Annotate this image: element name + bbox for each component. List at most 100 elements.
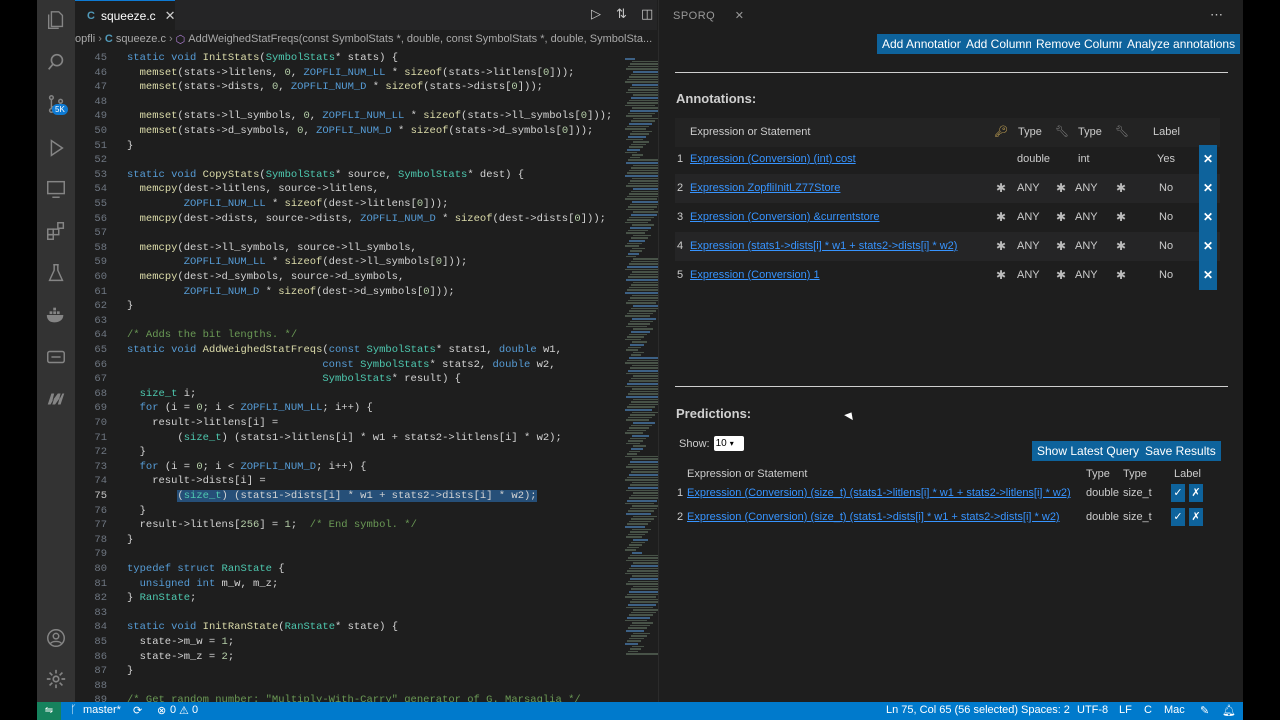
- code-line: for (i = 0; i < ZOPFLI_NUM_D; i++) {: [139, 460, 367, 473]
- predictions-header-row: Expression or Statement Type Type Label: [675, 465, 1220, 483]
- warning-icon[interactable]: ⚠: [179, 704, 189, 717]
- breadcrumb-folder[interactable]: opfli: [75, 33, 95, 45]
- compare-icon[interactable]: ⇅: [616, 7, 627, 22]
- minimap-line: [630, 624, 650, 627]
- minimap-line: [632, 130, 652, 133]
- add-column-button[interactable]: Add Column: [961, 34, 1038, 54]
- annotation-expression-link[interactable]: Expression (Conversion) &currentstore: [690, 203, 880, 232]
- code-line: memcpy(dest->ll_symbols, source->ll_symb…: [139, 241, 417, 254]
- minimap-line: [630, 601, 659, 603]
- save-results-button[interactable]: Save Results: [1140, 441, 1221, 461]
- delete-annotation-button[interactable]: ✕: [1199, 145, 1217, 174]
- minimap-line: [630, 133, 649, 135]
- line-number: 58: [94, 241, 107, 254]
- sporq-icon[interactable]: [44, 387, 68, 411]
- breadcrumb-symbol[interactable]: AddWeighedStatFreqs(const SymbolStats *,…: [188, 33, 652, 45]
- code-line: const SymbolStats* stats2, double w2,: [322, 358, 556, 371]
- asterisk-icon: ✱: [1116, 239, 1127, 253]
- analyze-annotations-button[interactable]: Analyze annotations: [1122, 34, 1241, 54]
- line-number: 53: [94, 168, 107, 181]
- asterisk-icon: ✱: [1116, 210, 1127, 224]
- git-branch[interactable]: master*: [83, 704, 121, 716]
- annotation-row: 3 Expression (Conversion) &currentstore ✱ A…: [675, 203, 1220, 232]
- sync-icon[interactable]: ⟳: [133, 704, 142, 717]
- code-line: size_t i;: [139, 387, 197, 400]
- indentation[interactable]: Spaces: 2: [1021, 704, 1070, 716]
- accept-prediction-button[interactable]: ✓: [1171, 484, 1185, 502]
- minimap-line: [629, 544, 642, 546]
- search-icon[interactable]: [44, 50, 68, 74]
- minimap-line: [633, 609, 659, 611]
- wrench-icon[interactable]: 🔧︎: [1115, 118, 1129, 147]
- more-actions-icon[interactable]: ⋯: [1210, 7, 1223, 23]
- annotation-type-2: ANY: [1075, 211, 1098, 223]
- minimap-line: [629, 99, 661, 102]
- delete-annotation-button[interactable]: ✕: [1199, 203, 1217, 232]
- remote-indicator-icon[interactable]: ⇋: [37, 702, 61, 720]
- minimap-line: [630, 437, 646, 440]
- code-line: static void AddWeighedStatFreqs(const Sy…: [127, 344, 562, 356]
- annotation-expression-link[interactable]: Expression ZopfliInitLZ77Store: [690, 174, 840, 203]
- explorer-icon[interactable]: [44, 8, 68, 32]
- extensions-icon[interactable]: [44, 219, 68, 243]
- remove-column-button[interactable]: Remove Column: [1031, 34, 1131, 54]
- key-icon[interactable]: 🔑︎: [994, 118, 1008, 147]
- minimap-line: [625, 643, 638, 645]
- testing-icon[interactable]: [44, 261, 68, 285]
- minimap-line: [628, 323, 650, 325]
- minimap-line: [627, 242, 642, 245]
- run-debug-icon[interactable]: [44, 136, 68, 160]
- close-tab-icon[interactable]: ✕: [165, 8, 176, 24]
- show-latest-query-button[interactable]: Show Latest Query: [1032, 441, 1145, 461]
- annotation-type-1: ANY: [1017, 182, 1040, 194]
- notifications-bell-icon[interactable]: 🔔︎: [1222, 704, 1236, 717]
- annotation-expression-link[interactable]: Expression (Conversion) 1: [690, 261, 820, 290]
- prediction-type-1: double: [1086, 487, 1120, 499]
- header-label: Label: [1174, 468, 1201, 480]
- platform[interactable]: Mac: [1164, 704, 1185, 716]
- minimap-line: [625, 315, 650, 317]
- prediction-expression-link[interactable]: Expression (Conversion) (size_t) (stats1…: [687, 506, 1060, 528]
- minimap-line: [626, 419, 649, 421]
- qlc-icon[interactable]: [44, 345, 68, 369]
- breadcrumb-file[interactable]: squeeze.c: [116, 33, 166, 45]
- line-number: 46: [94, 66, 107, 79]
- delete-annotation-button[interactable]: ✕: [1199, 174, 1217, 203]
- accept-prediction-button[interactable]: ✓: [1171, 508, 1185, 526]
- reject-prediction-button[interactable]: ✗: [1189, 484, 1203, 502]
- account-icon[interactable]: [44, 626, 68, 650]
- delete-annotation-button[interactable]: ✕: [1199, 232, 1217, 261]
- minimap-line: [628, 393, 661, 395]
- minimap-line: [631, 424, 652, 427]
- add-annotation-button[interactable]: Add Annotation: [877, 34, 969, 54]
- delete-annotation-button[interactable]: ✕: [1199, 261, 1217, 290]
- split-editor-icon[interactable]: ◫: [641, 7, 653, 22]
- annotation-expression-link[interactable]: Expression (Conversion) (int) cost: [690, 145, 856, 174]
- end-of-line[interactable]: LF: [1119, 704, 1132, 716]
- minimap-line: [628, 627, 647, 629]
- sporq-tab[interactable]: SPORQ ✕: [673, 9, 745, 22]
- wrench-icon[interactable]: 🔧︎: [1055, 118, 1069, 147]
- error-icon[interactable]: ⊗: [157, 704, 166, 717]
- language-mode[interactable]: C: [1144, 704, 1152, 716]
- editor-tab-squeeze-c[interactable]: C squeeze.c ✕: [75, 0, 176, 30]
- close-panel-icon[interactable]: ✕: [735, 10, 745, 22]
- settings-gear-icon[interactable]: [44, 667, 68, 691]
- cursor-position[interactable]: Ln 75, Col 65 (56 selected): [886, 704, 1018, 716]
- minimap-line: [627, 195, 660, 198]
- branch-icon: ᚴ: [70, 704, 77, 716]
- feedback-icon[interactable]: ✎: [1200, 704, 1209, 717]
- run-icon[interactable]: ▷: [591, 7, 601, 22]
- remote-explorer-icon[interactable]: [44, 177, 68, 201]
- asterisk-icon: ✱: [1056, 181, 1067, 195]
- annotation-expression-link[interactable]: Expression (stats1->dists[i] * w1 + stat…: [690, 232, 957, 261]
- show-count-select[interactable]: 10 ▾: [713, 436, 744, 451]
- prediction-expression-link[interactable]: Expression (Conversion) (size_t) (stats1…: [687, 482, 1071, 504]
- minimap-line: [630, 344, 644, 346]
- docker-icon[interactable]: [44, 303, 68, 327]
- reject-prediction-button[interactable]: ✗: [1189, 508, 1203, 526]
- encoding[interactable]: UTF-8: [1077, 704, 1108, 716]
- line-number: 66: [94, 358, 107, 371]
- divider: [675, 72, 1228, 73]
- code-line: ZOPFLI_NUM_LL * sizeof(dest->litlens[0])…: [183, 198, 449, 210]
